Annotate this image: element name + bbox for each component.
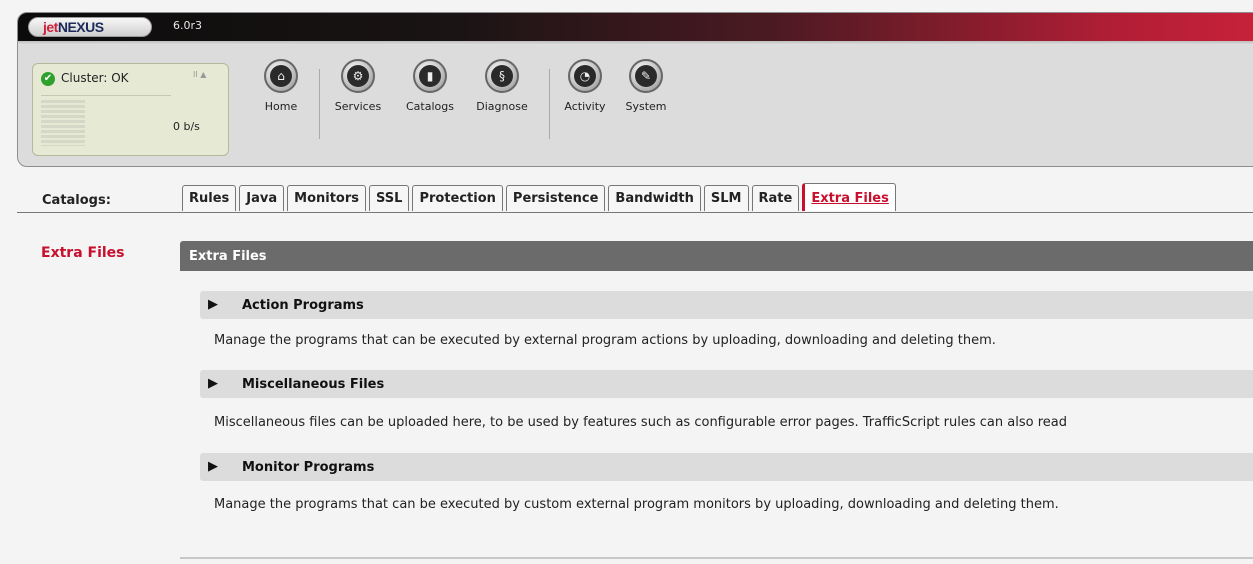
nav-activity-button[interactable]: ◔ Activity <box>559 59 611 113</box>
section-title[interactable]: Monitor Programs <box>242 460 374 475</box>
cluster-status-label: Cluster: OK <box>61 71 129 85</box>
pause-icon[interactable]: II ▲ <box>193 70 206 79</box>
expand-arrow-icon[interactable]: ▶ <box>208 297 218 312</box>
book-icon: ▮ <box>419 65 441 87</box>
section-monitor-programs[interactable]: ▶ Monitor Programs <box>200 453 1253 481</box>
gauge-icon: ◔ <box>574 65 596 87</box>
title-bar: jetNEXUS 6.0r3 <box>18 13 1253 41</box>
check-icon: ✔ <box>41 72 55 86</box>
tab-java[interactable]: Java <box>239 185 285 211</box>
catalog-tabs: Rules Java Monitors SSL Protection Persi… <box>182 183 899 211</box>
nav-system-button[interactable]: ✎ System <box>621 59 671 113</box>
section-miscellaneous-files[interactable]: ▶ Miscellaneous Files <box>200 370 1253 398</box>
nav-label: System <box>625 100 667 113</box>
tab-persistence[interactable]: Persistence <box>505 185 606 211</box>
nav-label: Services <box>334 100 382 113</box>
tab-rules[interactable]: Rules <box>182 185 237 211</box>
tab-ssl[interactable]: SSL <box>369 185 410 211</box>
nav-label: Diagnose <box>476 100 528 113</box>
home-icon: ⌂ <box>270 65 292 87</box>
tab-rate[interactable]: Rate <box>751 185 800 211</box>
nav-diagnose-button[interactable]: § Diagnose <box>472 59 532 113</box>
section-description: Manage the programs that can be executed… <box>214 333 996 348</box>
panel-header: Extra Files <box>180 241 1253 271</box>
tab-bandwidth[interactable]: Bandwidth <box>608 185 701 211</box>
nav-label: Activity <box>564 100 606 113</box>
cluster-status-widget[interactable]: ✔ Cluster: OK II ▲ 0 b/s <box>32 63 229 156</box>
panel-title: Extra Files <box>189 249 267 264</box>
app-header: jetNEXUS 6.0r3 ✔ Cluster: OK II ▲ 0 b/s … <box>17 12 1253 167</box>
expand-arrow-icon[interactable]: ▶ <box>208 459 218 474</box>
gear-icon: ⚙ <box>347 65 369 87</box>
nav-services-button[interactable]: ⚙ Services <box>328 59 388 113</box>
nav-home-button[interactable]: ⌂ Home <box>258 59 304 113</box>
jetnexus-logo: jetNEXUS <box>28 17 152 37</box>
wrench-icon: ✎ <box>635 65 657 87</box>
tab-slm[interactable]: SLM <box>703 185 749 211</box>
section-title[interactable]: Miscellaneous Files <box>242 377 384 392</box>
tab-protection[interactable]: Protection <box>412 185 503 211</box>
catalogs-label: Catalogs: <box>42 193 111 208</box>
section-description: Miscellaneous files can be uploaded here… <box>214 415 1067 430</box>
section-description: Manage the programs that can be executed… <box>214 497 1059 512</box>
traffic-graph <box>41 100 85 146</box>
expand-arrow-icon[interactable]: ▶ <box>208 376 218 391</box>
traffic-rate: 0 b/s <box>173 120 200 133</box>
tab-extra-files[interactable]: Extra Files <box>802 183 896 211</box>
section-action-programs[interactable]: ▶ Action Programs <box>200 291 1253 319</box>
nav-catalogs-button[interactable]: ▮ Catalogs <box>400 59 460 113</box>
nav-label: Home <box>264 100 298 113</box>
section-title[interactable]: Action Programs <box>242 298 364 313</box>
tab-monitors[interactable]: Monitors <box>287 185 367 211</box>
nav-label: Catalogs <box>406 100 454 113</box>
stethoscope-icon: § <box>491 65 513 87</box>
side-nav-extra-files[interactable]: Extra Files <box>41 245 125 261</box>
version-label: 6.0r3 <box>173 19 203 32</box>
